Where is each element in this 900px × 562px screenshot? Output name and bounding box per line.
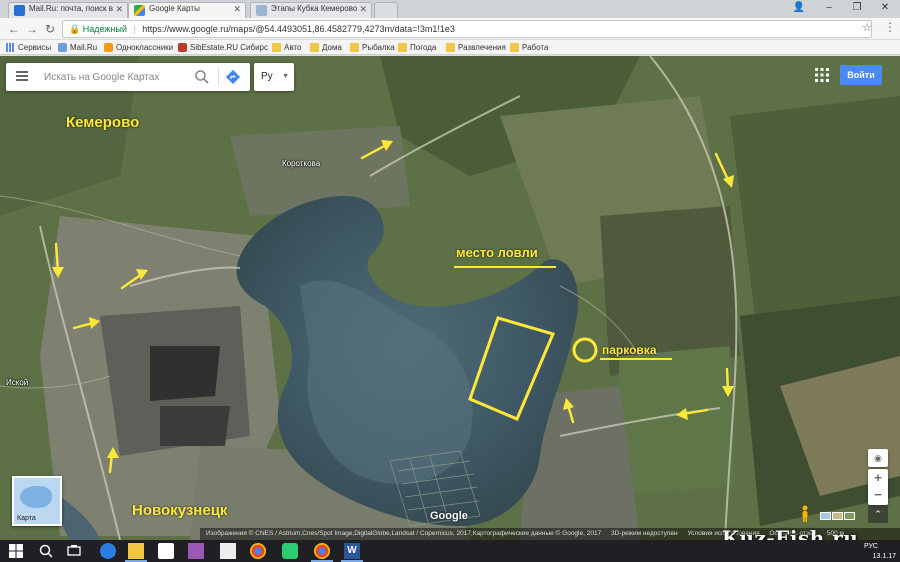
tab-etapy[interactable]: Этапы Кубка Кемерово ✕ bbox=[250, 2, 372, 18]
chrome-active-icon[interactable] bbox=[311, 543, 333, 562]
annotation-fishing-spot: место ловли bbox=[456, 245, 538, 260]
url-field[interactable]: 🔒 Надежный | https://www.google.ru/maps/… bbox=[62, 20, 872, 38]
pegman-icon[interactable] bbox=[800, 505, 810, 523]
search-input[interactable] bbox=[44, 69, 184, 85]
annotation-kemerovo: Кемерово bbox=[66, 114, 140, 131]
back-icon[interactable]: ← bbox=[6, 21, 22, 37]
close-icon[interactable]: ✕ bbox=[233, 4, 241, 15]
annotation-novokuznetsk: Новокузнецк bbox=[132, 502, 228, 519]
bookmark-folder-weather[interactable]: Погода bbox=[398, 42, 436, 54]
media-icon[interactable] bbox=[188, 543, 204, 559]
tab-label: Этапы Кубка Кемерово bbox=[271, 4, 358, 13]
page-icon bbox=[256, 5, 267, 16]
secure-label: Надежный bbox=[82, 24, 127, 34]
bookmark-services[interactable]: Сервисы bbox=[6, 42, 51, 54]
tab-google-maps[interactable]: Google Карты ✕ bbox=[128, 2, 246, 18]
annotation-parking: парковка bbox=[602, 343, 657, 357]
zoom-control: + − bbox=[868, 469, 888, 505]
address-bar: ← → ↻ 🔒 Надежный | https://www.google.ru… bbox=[0, 18, 900, 40]
zoom-out-button[interactable]: − bbox=[868, 487, 888, 505]
windows-start-icon[interactable] bbox=[8, 543, 24, 559]
forward-icon[interactable]: → bbox=[24, 21, 40, 37]
place-label-korotkovo: Короткова bbox=[282, 159, 321, 168]
search-icon[interactable] bbox=[194, 69, 210, 85]
folder-icon bbox=[446, 43, 455, 52]
folder-icon bbox=[398, 43, 407, 52]
my-location-button[interactable]: ◉ bbox=[868, 449, 888, 467]
satellite-map[interactable]: Ру ▼ Войти Короткова Иской Кемерово Ново… bbox=[0, 56, 900, 540]
task-view-icon[interactable] bbox=[66, 543, 82, 559]
maximize-icon[interactable]: ❐ bbox=[844, 0, 870, 16]
expand-icon[interactable]: ⌃ bbox=[868, 505, 888, 523]
google-maps-icon bbox=[134, 5, 145, 16]
profile-icon[interactable]: 👤 bbox=[786, 0, 812, 16]
signin-button[interactable]: Войти bbox=[840, 65, 882, 85]
folder-icon bbox=[510, 43, 519, 52]
folder-icon bbox=[310, 43, 319, 52]
lock-icon: 🔒 bbox=[69, 24, 81, 34]
place-label-iskoy: Иской bbox=[6, 378, 29, 387]
bookmark-folder-home[interactable]: Дома bbox=[310, 42, 342, 54]
tab-strip: Mail.Ru: почта, поиск в ✕ Google Карты ✕… bbox=[0, 0, 900, 18]
browser-menu-icon[interactable]: ⋮ bbox=[884, 20, 896, 34]
search-icon[interactable] bbox=[38, 543, 54, 559]
tray-date: 13.1.17 bbox=[872, 553, 896, 560]
language-select[interactable]: Ру ▼ bbox=[254, 63, 294, 91]
store-icon[interactable] bbox=[158, 543, 174, 559]
app-icon[interactable] bbox=[282, 543, 298, 559]
tray-language: РУС bbox=[863, 543, 878, 550]
mailru-icon bbox=[58, 43, 67, 52]
tab-mailru[interactable]: Mail.Ru: почта, поиск в ✕ bbox=[8, 2, 128, 18]
bookmark-sibestate[interactable]: SibEstate.RU Сибирс bbox=[178, 42, 268, 54]
edge-icon[interactable] bbox=[100, 543, 116, 559]
chevron-down-icon: ▼ bbox=[282, 73, 289, 80]
bookmark-odnoklassniki[interactable]: Одноклассники bbox=[104, 42, 173, 54]
bookmark-folder-work[interactable]: Работа bbox=[510, 42, 548, 54]
zoom-in-button[interactable]: + bbox=[868, 469, 888, 487]
map-type-label: Карта bbox=[17, 515, 36, 522]
close-icon[interactable]: ✕ bbox=[115, 4, 123, 15]
google-logo: Google bbox=[430, 510, 468, 522]
file-explorer-icon[interactable] bbox=[125, 543, 147, 562]
close-icon[interactable]: ✕ bbox=[359, 4, 367, 15]
chrome-icon[interactable] bbox=[250, 543, 266, 559]
word-icon[interactable]: W bbox=[341, 543, 363, 562]
reload-icon[interactable]: ↻ bbox=[42, 21, 58, 37]
mailru-icon bbox=[14, 5, 25, 16]
bookmark-folder-fun[interactable]: Развлечения bbox=[446, 42, 506, 54]
close-window-icon[interactable]: ✕ bbox=[872, 0, 898, 16]
ok-icon bbox=[104, 43, 113, 52]
map-type-toggle[interactable]: Карта bbox=[12, 476, 62, 526]
apps-grid-icon[interactable] bbox=[815, 68, 829, 82]
bookmark-folder-fishing[interactable]: Рыбалка bbox=[350, 42, 395, 54]
bookmark-folder-auto[interactable]: Авто bbox=[272, 42, 301, 54]
bookmark-mailru[interactable]: Mail.Ru bbox=[58, 42, 97, 54]
sibestate-icon bbox=[178, 43, 187, 52]
minimize-icon[interactable]: – bbox=[816, 0, 842, 16]
language-label: Ру bbox=[261, 71, 273, 82]
apps-icon bbox=[6, 43, 15, 52]
menu-icon[interactable] bbox=[16, 71, 28, 81]
tab-label: Google Карты bbox=[149, 4, 200, 13]
calculator-icon[interactable] bbox=[220, 543, 236, 559]
url-text: https://www.google.ru/maps/@54.4493051,8… bbox=[142, 24, 455, 34]
windows-taskbar: W РУС 13.1.17 bbox=[0, 540, 900, 562]
maps-search-box bbox=[6, 63, 250, 91]
system-tray[interactable]: РУС 13.1.17 bbox=[864, 542, 896, 561]
imagery-thumbnails[interactable] bbox=[820, 511, 860, 521]
bookmarks-bar: Сервисы Mail.Ru Одноклассники SibEstate.… bbox=[0, 40, 900, 55]
tab-label: Mail.Ru: почта, поиск в bbox=[29, 4, 114, 13]
folder-icon bbox=[350, 43, 359, 52]
directions-icon[interactable] bbox=[225, 69, 241, 85]
site-watermark: Kuz-Fish.ru bbox=[722, 526, 859, 540]
new-tab-button[interactable] bbox=[374, 2, 398, 18]
folder-icon bbox=[272, 43, 281, 52]
bookmark-star-icon[interactable]: ☆ bbox=[862, 21, 872, 34]
